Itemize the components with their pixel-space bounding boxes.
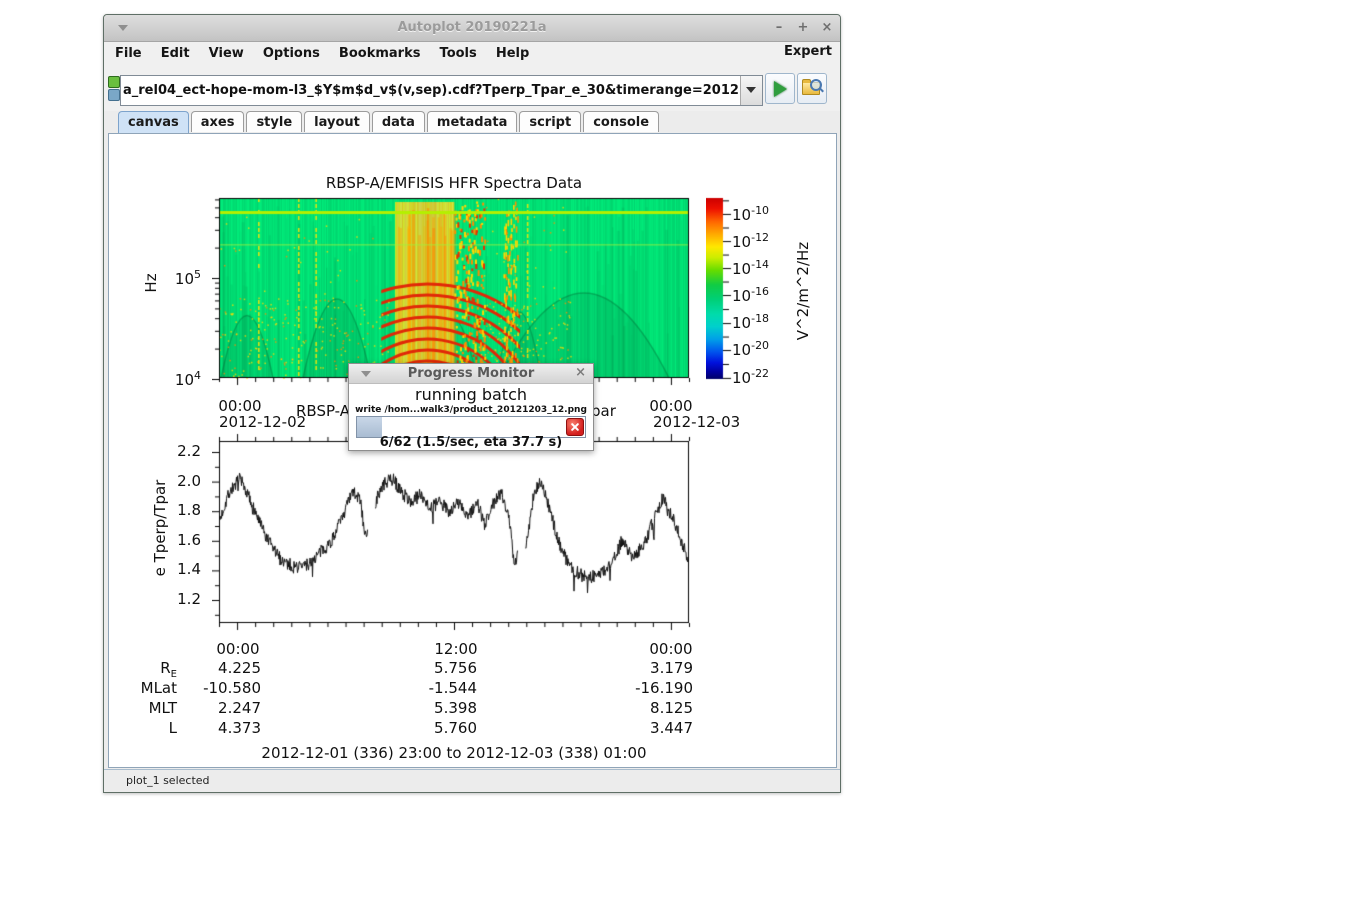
plot-layer-icon <box>108 76 120 88</box>
window-titlebar[interactable]: Autoplot 20190221a – + × <box>104 15 840 42</box>
table-cell: 5.398 <box>377 699 477 717</box>
cancel-button[interactable] <box>566 418 584 436</box>
plot2-ytick-3: 1.6 <box>156 531 201 549</box>
progress-monitor-dialog: Progress Monitor × running batch write /… <box>348 363 594 451</box>
table-cell: -1.544 <box>377 679 477 697</box>
plot1-xtick-left-date: 2012-12-02 <box>219 413 306 431</box>
menu-help[interactable]: Help <box>489 44 536 63</box>
desktop: Autoplot 20190221a – + × File Edit View … <box>0 0 1345 916</box>
tab-script[interactable]: script <box>519 111 581 132</box>
go-button[interactable] <box>765 73 795 104</box>
window-title: Autoplot 20190221a <box>104 20 840 35</box>
timerange-footer: 2012-12-01 (336) 23:00 to 2012-12-03 (33… <box>219 744 689 762</box>
uri-combobox <box>120 75 763 106</box>
chevron-down-icon <box>746 87 756 93</box>
timeseries-plot[interactable] <box>212 432 697 632</box>
spectrogram-plot[interactable] <box>212 197 697 389</box>
cbar-tick-5: 10-20 <box>732 339 769 359</box>
progress-detail-label: write /hom...walk3/product_20121203_12.p… <box>349 405 593 415</box>
tab-data[interactable]: data <box>372 111 425 132</box>
expert-mode-label[interactable]: Expert <box>784 44 832 59</box>
cbar-tick-0: 10-10 <box>732 204 769 224</box>
cbar-tick-6: 10-22 <box>732 367 769 387</box>
cbar-tick-3: 10-16 <box>732 285 769 305</box>
progress-task-label: running batch <box>349 385 593 404</box>
progress-bar-fill <box>357 417 382 437</box>
menu-options[interactable]: Options <box>256 44 327 63</box>
autoplot-window: Autoplot 20190221a – + × File Edit View … <box>103 14 841 793</box>
cbar-tick-2: 10-14 <box>732 258 769 278</box>
colorbar <box>706 197 734 389</box>
table-cell: 3.179 <box>593 659 693 677</box>
data-layer-icon <box>108 89 120 101</box>
menubar: File Edit View Options Bookmarks Tools H… <box>104 42 840 64</box>
maximize-button[interactable]: + <box>794 19 812 37</box>
play-icon <box>774 81 787 97</box>
dialog-close-icon[interactable]: × <box>575 365 586 380</box>
menu-file[interactable]: File <box>108 44 149 63</box>
menu-view[interactable]: View <box>202 44 251 63</box>
plot2-xtick-0: 00:00 <box>198 640 278 658</box>
cbar-tick-4: 10-18 <box>732 312 769 332</box>
dialog-title: Progress Monitor <box>349 366 593 381</box>
table-cell: 2.247 <box>161 699 261 717</box>
plot2-ytick-2: 1.8 <box>156 501 201 519</box>
plot2-ytick-1: 2.0 <box>156 472 201 490</box>
plot2-ytick-5: 1.2 <box>156 590 201 608</box>
menu-edit[interactable]: Edit <box>154 44 197 63</box>
dialog-titlebar[interactable]: Progress Monitor × <box>349 364 593 384</box>
menu-tools[interactable]: Tools <box>433 44 484 63</box>
table-cell: 3.447 <box>593 719 693 737</box>
progress-status-label: 6/62 (1.5/sec, eta 37.7 s) <box>349 435 593 450</box>
table-cell: 4.373 <box>161 719 261 737</box>
browse-button[interactable] <box>797 73 827 104</box>
plot2-title-fragment-right: par <box>591 402 616 420</box>
plot1-ytick-top: 105 <box>156 268 201 288</box>
uri-dropdown-button[interactable] <box>740 76 762 105</box>
plot2-xtick-2: 00:00 <box>631 640 711 658</box>
statusbar: plot_1 selected <box>104 769 840 792</box>
plot1-xtick-right-date: 2012-12-03 <box>653 413 740 431</box>
plot1-title: RBSP-A/EMFISIS HFR Spectra Data <box>219 174 689 192</box>
plot2-ytick-0: 2.2 <box>156 442 201 460</box>
table-cell: -16.190 <box>593 679 693 697</box>
uri-toolbar <box>104 63 840 111</box>
menu-bookmarks[interactable]: Bookmarks <box>332 44 428 63</box>
uri-input[interactable] <box>121 76 740 105</box>
tab-canvas[interactable]: canvas <box>118 111 189 133</box>
tab-axes[interactable]: axes <box>191 111 245 132</box>
plot1-ytick-bottom: 104 <box>156 369 201 389</box>
cbar-tick-1: 10-12 <box>732 231 769 251</box>
plot2-ytick-4: 1.4 <box>156 560 201 578</box>
table-cell: 5.756 <box>377 659 477 677</box>
status-message: plot_1 selected <box>126 774 210 787</box>
tab-console[interactable]: console <box>583 111 659 132</box>
cbar-unit-label: V^2/m^2/Hz <box>794 236 814 346</box>
tab-metadata[interactable]: metadata <box>427 111 517 132</box>
table-cell: 5.760 <box>377 719 477 737</box>
plot2-title-fragment-left: RBSP-A <box>296 402 350 420</box>
close-button[interactable]: × <box>818 19 836 37</box>
table-cell: 8.125 <box>593 699 693 717</box>
tab-bar: canvasaxesstylelayoutdatametadatascriptc… <box>118 111 661 134</box>
plot2-xtick-1: 12:00 <box>416 640 496 658</box>
table-cell: 4.225 <box>161 659 261 677</box>
table-cell: -10.580 <box>161 679 261 697</box>
minimize-button[interactable]: – <box>770 19 788 37</box>
magnifier-icon <box>810 79 822 91</box>
tab-style[interactable]: style <box>246 111 302 132</box>
tab-layout[interactable]: layout <box>304 111 370 132</box>
